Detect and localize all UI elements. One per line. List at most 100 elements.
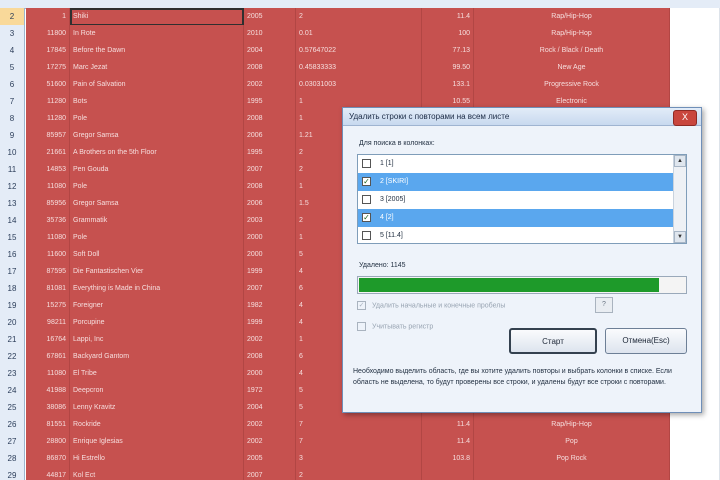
table-cell-val[interactable]: 99.50 [422,59,474,77]
column-list-item[interactable]: 3 [2005] [358,191,676,209]
table-cell-name[interactable]: Backyard Gantom [70,348,244,366]
help-button[interactable]: ? [595,297,613,313]
table-cell-id[interactable]: 17845 [26,42,70,60]
list-scrollbar[interactable]: ▲ ▼ [673,155,686,243]
table-cell-id[interactable]: 11280 [26,93,70,111]
table-cell-name[interactable]: Pole [70,178,244,196]
table-cell-id[interactable]: 81081 [26,280,70,298]
table-cell-id[interactable]: 16764 [26,331,70,349]
table-cell-id[interactable]: 85956 [26,195,70,213]
close-icon[interactable]: X [673,110,697,126]
table-cell-year[interactable]: 2004 [244,42,296,60]
table-cell-genre[interactable] [474,467,670,480]
table-cell-genre[interactable]: Rap/Hip-Hop [474,416,670,434]
column-list-item[interactable]: 1 [1] [358,155,676,173]
table-cell-id[interactable]: 35736 [26,212,70,230]
table-cell-name[interactable]: Pen Gouda [70,161,244,179]
table-cell-year[interactable]: 1982 [244,297,296,315]
columns-listbox[interactable]: 1 [1] ✓ 2 [SKIRI] 3 [2005] ✓ 4 [2] 5 [11… [357,154,687,244]
table-cell-name[interactable]: Deepcron [70,382,244,400]
table-cell-id[interactable]: 1 [26,8,70,26]
checkbox[interactable] [362,231,371,240]
table-cell-id[interactable]: 11080 [26,365,70,383]
table-cell-plays[interactable]: 7 [296,416,422,434]
table-cell-genre[interactable]: Progressive Rock [474,76,670,94]
empty-cell[interactable] [670,42,720,60]
table-cell-year[interactable]: 1995 [244,93,296,111]
table-cell-id[interactable]: 11080 [26,178,70,196]
table-cell-name[interactable]: Die Fantastischen Vier [70,263,244,281]
table-cell-year[interactable]: 1999 [244,314,296,332]
table-cell-year[interactable]: 2007 [244,467,296,480]
table-cell-plays[interactable]: 0.01 [296,25,422,43]
table-row[interactable]: 29 44817 Kol Ect 2007 2 [0,467,720,480]
table-cell-id[interactable]: 81551 [26,416,70,434]
table-cell-id[interactable]: 38086 [26,399,70,417]
table-cell-year[interactable]: 2005 [244,8,296,26]
table-cell-val[interactable]: 133.1 [422,76,474,94]
table-cell-genre[interactable]: Rap/Hip-Hop [474,8,670,26]
table-cell-year[interactable]: 2002 [244,433,296,451]
column-list-item[interactable]: ✓ 2 [SKIRI] [358,173,676,191]
table-cell-val[interactable]: 11.4 [422,8,474,26]
table-cell-id[interactable]: 87595 [26,263,70,281]
table-cell-year[interactable]: 2008 [244,59,296,77]
table-cell-val[interactable]: 11.4 [422,416,474,434]
table-cell-year[interactable]: 2007 [244,280,296,298]
table-cell-id[interactable]: 28800 [26,433,70,451]
checkbox[interactable] [362,195,371,204]
table-cell-name[interactable]: In Rote [70,25,244,43]
trim-spaces-checkbox[interactable]: ✓ [357,301,366,310]
table-cell-id[interactable]: 41988 [26,382,70,400]
table-cell-id[interactable]: 11600 [26,246,70,264]
start-button[interactable]: Старт [509,328,597,354]
table-cell-name[interactable]: Rockride [70,416,244,434]
table-cell-year[interactable]: 2006 [244,127,296,145]
checkbox[interactable]: ✓ [362,213,371,222]
table-cell-name[interactable]: Pole [70,110,244,128]
table-cell-year[interactable]: 2008 [244,178,296,196]
table-cell-name[interactable]: Shiki [70,8,244,26]
table-cell-year[interactable]: 1972 [244,382,296,400]
empty-cell[interactable] [670,59,720,77]
table-cell-genre[interactable]: Rock / Black / Death [474,42,670,60]
table-cell-name[interactable]: Before the Dawn [70,42,244,60]
table-cell-name[interactable]: Everything is Made in China [70,280,244,298]
table-cell-name[interactable]: Enrique Iglesias [70,433,244,451]
table-cell-year[interactable]: 2004 [244,399,296,417]
case-sensitive-checkbox[interactable] [357,322,366,331]
table-cell-plays[interactable]: 2 [296,8,422,26]
table-cell-id[interactable]: 98211 [26,314,70,332]
table-cell-year[interactable]: 2002 [244,331,296,349]
table-cell-name[interactable]: Hi Estrello [70,450,244,468]
table-cell-name[interactable]: Grammatik [70,212,244,230]
table-cell-name[interactable]: Kol Ect [70,467,244,480]
table-cell-val[interactable]: 100 [422,25,474,43]
table-cell-id[interactable]: 11280 [26,110,70,128]
empty-cell[interactable] [670,416,720,434]
table-cell-plays[interactable]: 2 [296,467,422,480]
table-cell-name[interactable]: Gregor Samsa [70,127,244,145]
table-cell-year[interactable]: 2002 [244,76,296,94]
table-cell-year[interactable]: 2007 [244,161,296,179]
table-cell-year[interactable]: 2002 [244,416,296,434]
table-cell-val[interactable]: 103.8 [422,450,474,468]
table-cell-id[interactable]: 21661 [26,144,70,162]
column-list-item[interactable]: 5 [11.4] [358,227,676,243]
row-header[interactable]: 29 [0,467,25,480]
table-cell-id[interactable]: 11080 [26,229,70,247]
empty-cell[interactable] [670,467,720,480]
trim-spaces-option[interactable]: ✓ Удалить начальные и конечные пробелы [357,301,505,310]
table-cell-year[interactable]: 2000 [244,246,296,264]
checkbox[interactable]: ✓ [362,177,371,186]
table-cell-name[interactable]: Foreigner [70,297,244,315]
table-cell-id[interactable]: 11800 [26,25,70,43]
table-cell-genre[interactable]: New Age [474,59,670,77]
scroll-down-icon[interactable]: ▼ [674,231,686,243]
table-cell-name[interactable]: Marc Jezat [70,59,244,77]
table-cell-year[interactable]: 1999 [244,263,296,281]
table-cell-plays[interactable]: 3 [296,450,422,468]
empty-cell[interactable] [670,450,720,468]
table-cell-name[interactable]: Soft Doll [70,246,244,264]
table-cell-id[interactable]: 15275 [26,297,70,315]
